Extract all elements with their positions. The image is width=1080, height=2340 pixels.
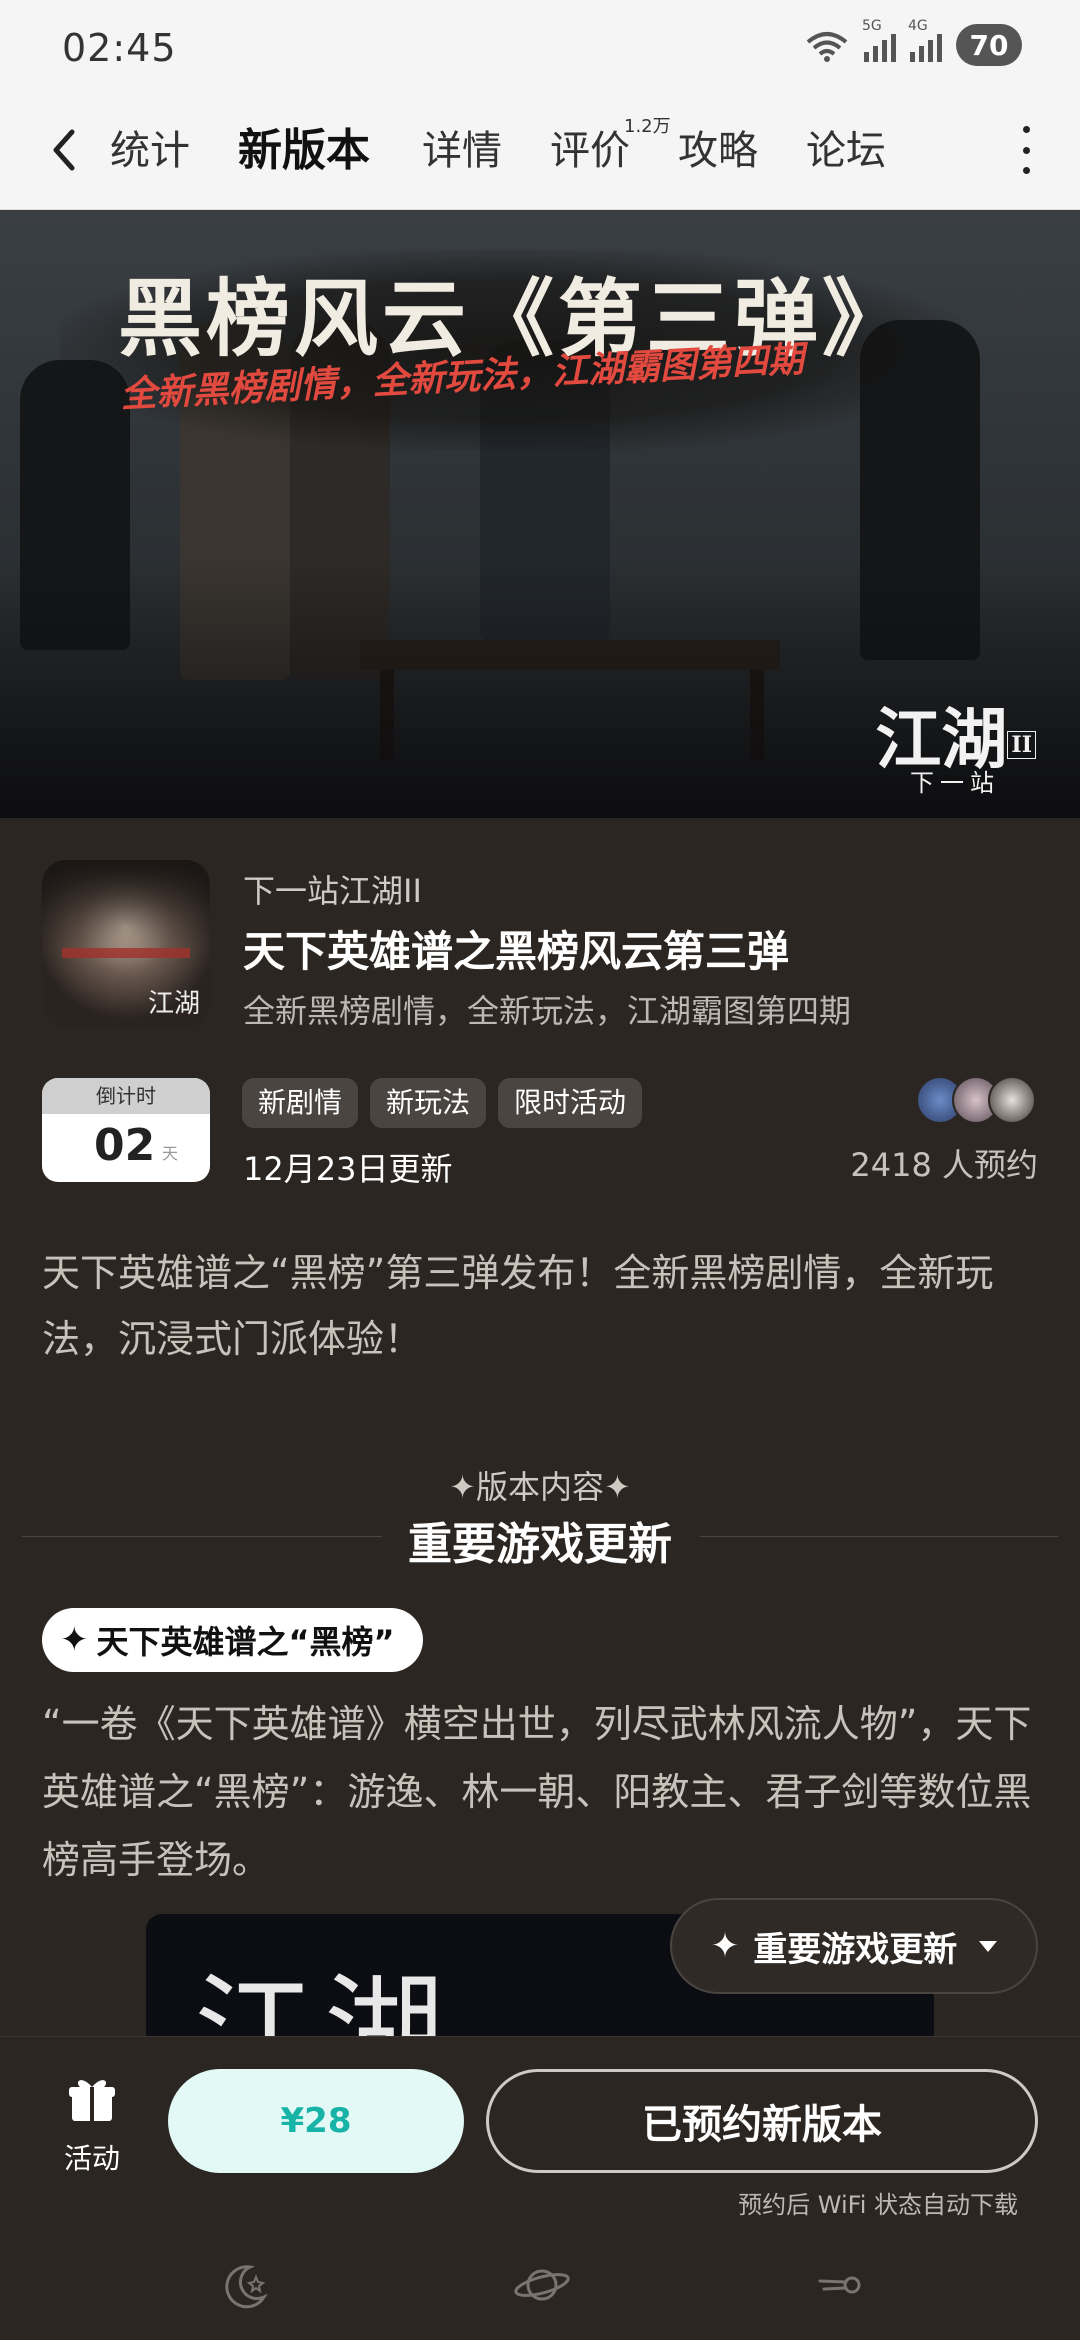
reviews-count-badge: 1.2万 <box>624 116 671 137</box>
status-time: 02:45 <box>62 26 177 70</box>
section-jump-button[interactable]: ✦ 重要游戏更新 <box>670 1898 1038 1994</box>
section-kicker: ✦版本内容✦ <box>449 1468 631 1506</box>
moon-icon[interactable] <box>216 2259 276 2311</box>
signal-icon-4g: 4G <box>908 18 942 62</box>
battery-indicator: 70 <box>956 24 1022 66</box>
sparkle-icon: ✦ <box>710 1926 740 1966</box>
status-icons: 5G 4G 70 <box>804 18 1022 66</box>
price-button[interactable]: ¥28 <box>168 2069 464 2173</box>
game-name[interactable]: 下一站江湖II <box>243 866 422 912</box>
activity-button[interactable]: 活动 <box>42 2073 142 2177</box>
version-subtitle: 全新黑榜剧情，全新玩法，江湖霸图第四期 <box>243 992 852 1030</box>
countdown-value: 02 <box>94 1120 156 1171</box>
caret-down-icon <box>979 1940 998 1952</box>
tag-chip: 限时活动 <box>498 1078 643 1128</box>
content-image-text: 江湖 <box>194 1963 454 2040</box>
section-title: 重要游戏更新 <box>408 1519 672 1570</box>
tab-reviews[interactable]: 评价 <box>550 118 630 176</box>
tag-chip: 新剧情 <box>242 1078 359 1128</box>
version-banner[interactable]: 黑榜风云《第三弹》 全新黑榜剧情，全新玩法，江湖霸图第四期 江湖 II 下一站 <box>0 210 1080 818</box>
tab-guides[interactable]: 攻略 <box>678 118 758 176</box>
reserve-count: 2418 人预约 <box>850 1146 1038 1184</box>
game-logo-sub: 下一站 <box>910 769 1000 797</box>
version-description: 天下英雄谱之“黑榜”第三弹发布！全新黑榜剧情，全新玩法，沉浸式门派体验！ <box>42 1251 994 1361</box>
content-body: “一卷《天下英雄谱》横空出世，列尽武林风流人物”，天下英雄谱之“黑榜”：游逸、林… <box>42 1702 1032 1882</box>
tab-forum[interactable]: 论坛 <box>806 118 886 176</box>
planet-icon[interactable] <box>512 2259 572 2311</box>
content-heading-pill: ✦ 天下英雄谱之“黑榜” <box>42 1608 423 1672</box>
gift-icon <box>69 2080 115 2121</box>
app-icon-label: 江湖 <box>147 989 200 1019</box>
version-title: 天下英雄谱之黑榜风云第三弹 <box>243 927 790 976</box>
meteor-icon[interactable] <box>816 2259 876 2311</box>
tab-new-version[interactable]: 新版本 <box>232 114 376 184</box>
avatar <box>988 1076 1036 1124</box>
countdown-label: 倒计时 <box>42 1078 210 1114</box>
signal-icon-5g: 5G <box>862 18 896 62</box>
wifi-icon <box>806 32 848 62</box>
download-hint: 预约后 WiFi 状态自动下载 <box>738 2191 1018 2219</box>
app-icon[interactable]: 江湖 <box>42 860 210 1028</box>
countdown-unit: 天 <box>162 1144 179 1163</box>
top-tab-bar: 统计 新版本 详情 评价 1.2万 攻略 论坛 <box>0 90 1080 210</box>
sparkle-icon: ✦ <box>60 1620 89 1660</box>
update-date: 12月23日更新 <box>243 1150 453 1188</box>
reserver-avatars[interactable] <box>916 1076 1040 1126</box>
section-jump-label: 重要游戏更新 <box>753 1929 958 1970</box>
countdown-badge: 倒计时 02 天 <box>42 1078 210 1182</box>
activity-label: 活动 <box>63 2142 120 2175</box>
tag-chip: 新玩法 <box>370 1078 487 1128</box>
reserved-button[interactable]: 已预约新版本 <box>486 2069 1038 2173</box>
bottom-action-bar: 活动 ¥28 已预约新版本 预约后 WiFi 状态自动下载 <box>0 2036 1080 2340</box>
pill-label: 天下英雄谱之“黑榜” <box>96 1623 395 1661</box>
tab-stats[interactable]: 统计 <box>110 118 190 176</box>
tab-details[interactable]: 详情 <box>422 118 502 176</box>
status-bar: 02:45 5G 4G 70 <box>0 0 1080 90</box>
version-tags: 新剧情 新玩法 限时活动 <box>242 1078 643 1128</box>
more-menu-icon[interactable] <box>1020 126 1032 174</box>
back-icon[interactable] <box>44 120 84 180</box>
